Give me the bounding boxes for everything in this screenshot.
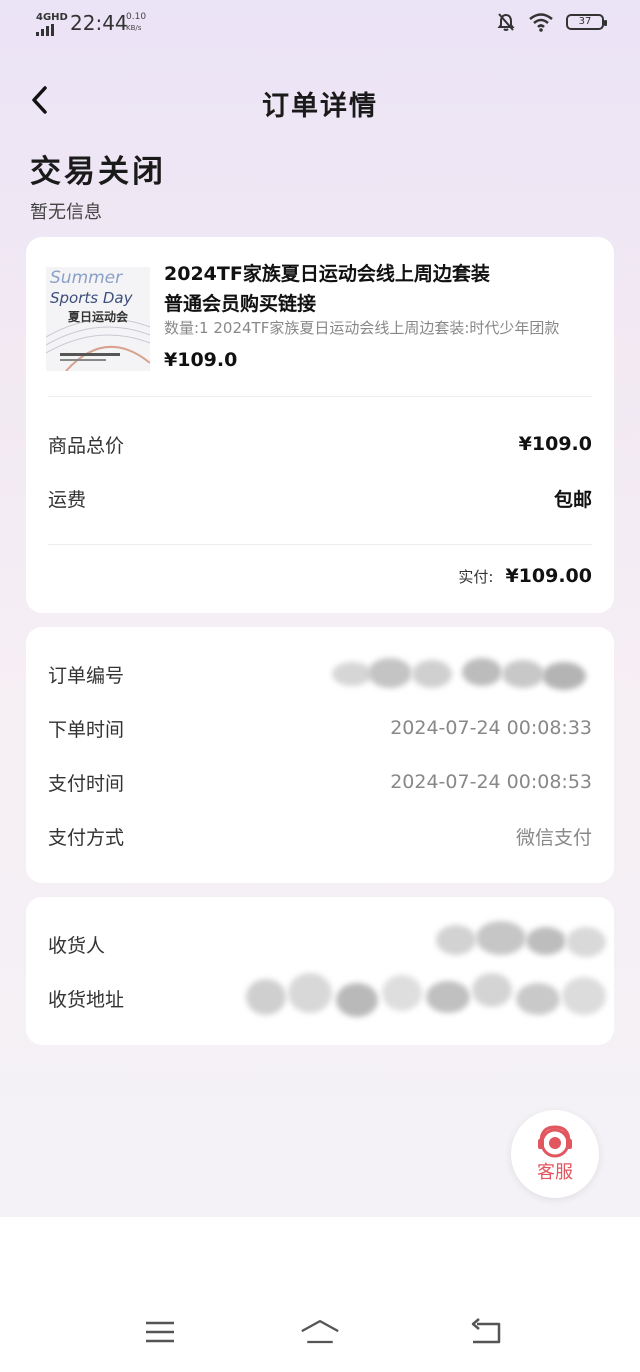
address-redacted — [26, 897, 614, 1045]
status-icons: 37 — [496, 12, 607, 32]
signal-icon — [36, 24, 54, 36]
product-image: Summer Sports Day 夏日运动会 — [46, 267, 150, 371]
product-thumbnail[interactable]: Summer Sports Day 夏日运动会 — [46, 267, 150, 371]
product-title[interactable]: 2024TF家族夏日运动会线上周边套装 普通会员购买链接 — [164, 259, 604, 319]
order-number-label: 订单编号 — [48, 664, 125, 687]
created-time-value: 2024-07-24 00:08:33 — [390, 717, 592, 739]
clock: 22:44 — [70, 11, 128, 35]
created-time-label: 下单时间 — [48, 718, 125, 741]
order-status-subtitle: 暂无信息 — [30, 202, 102, 223]
order-status: 交易关闭 — [30, 154, 166, 190]
paid-time-value: 2024-07-24 00:08:53 — [390, 771, 592, 793]
speed-value: 0.10 — [126, 12, 147, 22]
system-back-button[interactable] — [466, 1314, 506, 1350]
paid-time-row: 支付时间 2024-07-24 00:08:53 — [48, 767, 592, 797]
thumbnail-subtext: 夏日运动会 — [68, 309, 129, 324]
paid-time-label: 支付时间 — [48, 772, 125, 795]
home-button[interactable] — [300, 1314, 340, 1350]
header: 订单详情 — [0, 72, 640, 128]
divider — [48, 544, 592, 545]
product-title-line2: 普通会员购买链接 — [164, 293, 317, 315]
system-nav-bar — [0, 1300, 640, 1370]
shipping-value: 包邮 — [553, 488, 592, 511]
created-time-row: 下单时间 2024-07-24 00:08:33 — [48, 713, 592, 743]
home-icon — [301, 1319, 339, 1344]
order-number-row: 订单编号 — [48, 658, 592, 690]
customer-service-button[interactable]: 客服 — [511, 1110, 599, 1198]
battery-icon: 37 — [566, 14, 607, 30]
network-type: 4GHD — [36, 12, 68, 23]
menu-button[interactable] — [140, 1314, 180, 1350]
mute-bell-icon — [497, 13, 515, 31]
paid-value: ¥109.00 — [505, 565, 592, 587]
pay-method-row: 支付方式 微信支付 — [48, 821, 592, 851]
total-price-label: 商品总价 — [48, 434, 125, 457]
paid-row: 实付: ¥109.00 — [458, 565, 592, 587]
product-price: ¥109.0 — [164, 349, 238, 371]
customer-service-label: 客服 — [537, 1162, 573, 1183]
network-speed: 0.10 KB/s — [126, 10, 146, 32]
headset-icon — [538, 1125, 572, 1158]
address-card: 收货人 收货地址 — [26, 897, 614, 1045]
total-price-row: 商品总价 ¥109.0 — [48, 429, 592, 459]
status-bar: 4GHD 22:44 0.10 KB/s 37 — [0, 0, 640, 48]
pay-method-value: 微信支付 — [515, 826, 592, 849]
shipping-row: 运费 包邮 — [48, 483, 592, 513]
back-icon — [471, 1318, 501, 1344]
thumbnail-title-2: Sports Day — [50, 289, 134, 307]
page-title: 订单详情 — [262, 91, 378, 122]
order-info-card: 订单编号 下单时间 2024-07-24 00:08:33 支付时间 2024-… — [26, 627, 614, 883]
goods-card: Summer Sports Day 夏日运动会 2024TF家族夏日运动会线上周… — [26, 237, 614, 613]
speed-unit: KB/s — [126, 24, 142, 32]
wifi-icon — [529, 13, 553, 32]
product-title-line1: 2024TF家族夏日运动会线上周边套装 — [164, 263, 490, 285]
menu-icon — [146, 1321, 174, 1343]
total-price-value: ¥109.0 — [518, 433, 592, 455]
order-number-redacted[interactable] — [332, 654, 592, 694]
pay-method-label: 支付方式 — [48, 826, 125, 849]
product-spec: 数量:1 2024TF家族夏日运动会线上周边套装:时代少年团款 — [164, 319, 560, 337]
thumbnail-title: Summer — [50, 268, 123, 288]
divider — [48, 396, 592, 397]
paid-label: 实付: — [458, 568, 494, 586]
shipping-label: 运费 — [48, 488, 87, 511]
